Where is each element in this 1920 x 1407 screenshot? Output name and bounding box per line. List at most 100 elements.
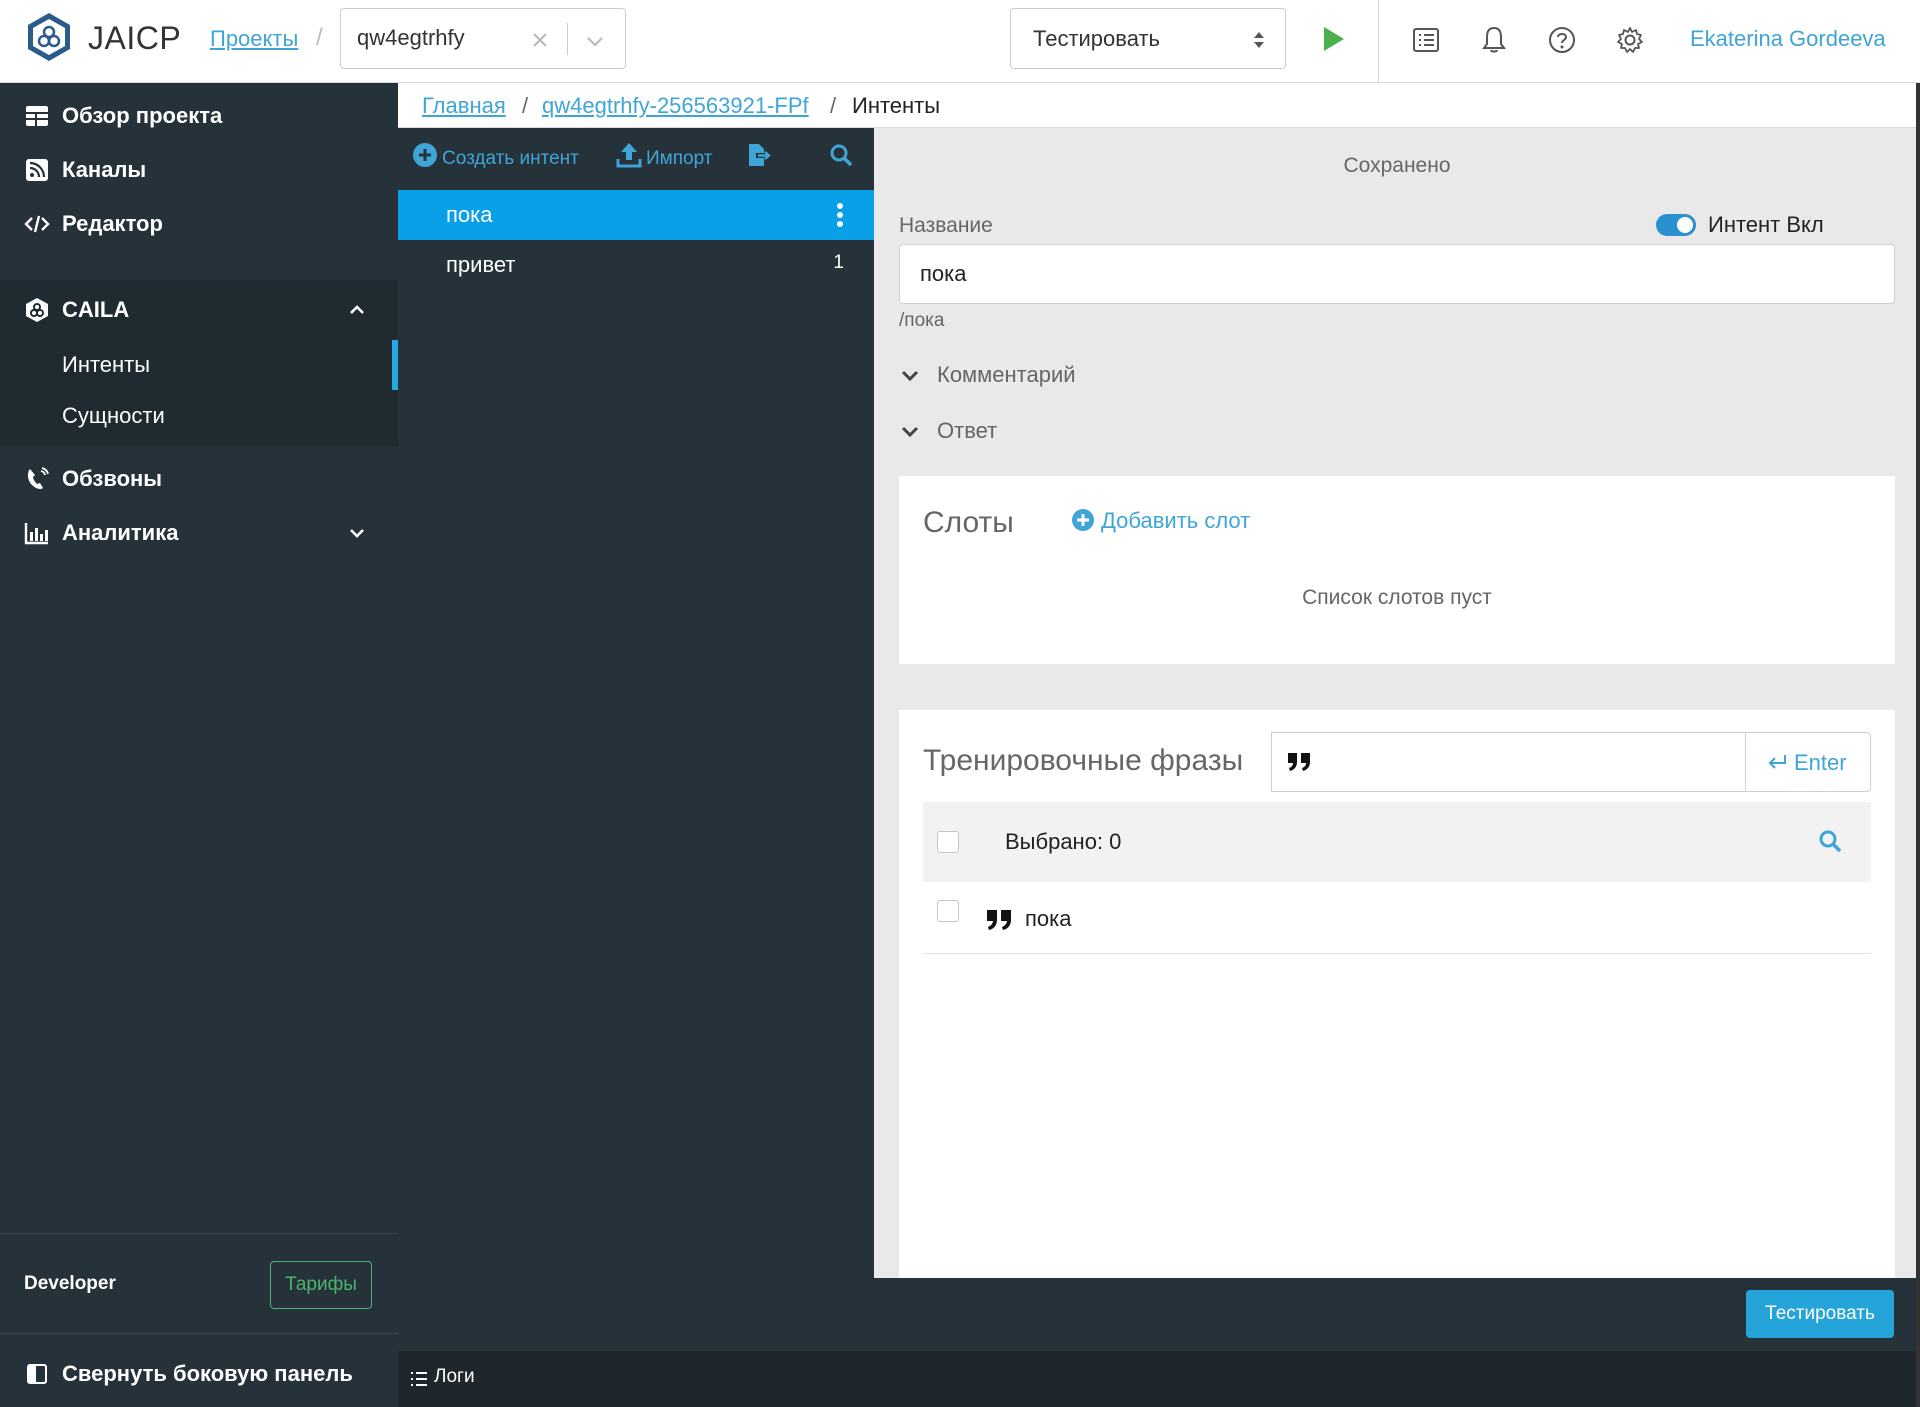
grid-icon <box>24 103 50 129</box>
sidebar-subitem-label: Сущности <box>62 403 165 428</box>
projects-link[interactable]: Проекты <box>210 26 298 52</box>
chevron-down-icon <box>346 522 368 544</box>
sidebar-item-label: Редактор <box>62 211 163 236</box>
slots-title: Слоты <box>923 506 1014 539</box>
breadcrumb-separator: / <box>522 93 529 118</box>
chevron-down-icon[interactable] <box>583 29 607 53</box>
chevron-down-icon <box>899 421 921 443</box>
search-icon[interactable] <box>1817 828 1843 854</box>
enter-button[interactable]: Enter <box>1745 732 1871 792</box>
bell-icon[interactable] <box>1478 24 1510 56</box>
select-divider <box>567 23 568 55</box>
sidebar-item-analytics[interactable]: Аналитика <box>0 500 398 564</box>
sidebar-item-editor[interactable]: Редактор <box>0 191 398 255</box>
caila-section: CAILA Интенты Сущности <box>0 280 398 446</box>
slots-card: Слоты Добавить слот Список слотов пуст <box>899 476 1895 664</box>
sidebar-item-caila[interactable]: CAILA <box>0 277 398 341</box>
collapse-sidebar-button[interactable]: Свернуть боковую панель <box>0 1355 398 1395</box>
top-header: JAICP Проекты / qw4egtrhfy Тестировать E… <box>0 0 1920 83</box>
breadcrumb-current: Интенты <box>852 93 941 118</box>
upload-icon <box>616 142 642 168</box>
phrase-checkbox[interactable] <box>937 900 959 922</box>
intent-path: /пока <box>899 310 945 331</box>
sidebar-divider <box>0 1333 398 1334</box>
rss-icon <box>24 157 50 183</box>
sidebar-item-label: Обзор проекта <box>62 103 223 128</box>
plus-circle-icon <box>1071 508 1095 532</box>
window-edge <box>1916 83 1920 1407</box>
sidebar-collapse-icon <box>26 1363 48 1385</box>
sidebar-subitem-label: Интенты <box>62 352 151 377</box>
save-status: Сохранено <box>1343 154 1451 177</box>
project-select[interactable]: qw4egtrhfy <box>340 8 626 69</box>
test-mode-value: Тестировать <box>1033 26 1161 51</box>
breadcrumb-project[interactable]: qw4egtrhfy-256563921-FPf <box>542 93 809 119</box>
sidebar-item-label: Каналы <box>62 157 147 182</box>
jaicp-logo-icon[interactable] <box>24 11 74 63</box>
answer-label: Ответ <box>937 418 998 443</box>
sidebar-item-entities[interactable]: Сущности <box>0 391 398 441</box>
intent-list-toolbar: Создать интент Импорт <box>398 128 874 190</box>
intent-enabled-label: Интент Вкл <box>1708 212 1824 237</box>
breadcrumb: Главная / qw4egtrhfy-256563921-FPf / Инт… <box>398 83 1920 128</box>
import-button[interactable]: Импорт <box>616 142 720 172</box>
create-intent-button[interactable]: Создать интент <box>412 142 592 172</box>
tariffs-button[interactable]: Тарифы <box>270 1261 372 1309</box>
gear-icon[interactable] <box>1614 24 1646 56</box>
test-mode-select[interactable]: Тестировать <box>1010 8 1286 69</box>
user-name[interactable]: Ekaterina Gordeeva <box>1690 26 1886 52</box>
plan-label: Developer <box>24 1273 116 1294</box>
sort-arrows-icon <box>1251 29 1267 51</box>
logs-bar[interactable]: Логи <box>398 1351 1920 1407</box>
sidebar-item-label: Аналитика <box>62 520 179 545</box>
intent-item-count: 1 <box>833 252 844 273</box>
plus-circle-icon <box>412 142 438 168</box>
header-separator: / <box>316 24 323 51</box>
intent-name-input[interactable] <box>899 244 1895 304</box>
sidebar-divider <box>0 1233 398 1234</box>
test-button[interactable]: Тестировать <box>1746 1290 1894 1338</box>
sidebar-item-intents[interactable]: Интенты <box>0 340 398 390</box>
sidebar: Обзор проекта Каналы Редактор CAILA Инте… <box>0 83 398 1407</box>
help-icon[interactable] <box>1546 24 1578 56</box>
training-phrase-row: пока <box>923 882 1871 954</box>
enter-icon <box>1766 753 1788 773</box>
quote-icon <box>1286 751 1312 773</box>
list-icon[interactable] <box>1410 24 1442 56</box>
intent-list-panel: Создать интент Импорт пока привет 1 <box>398 128 874 1351</box>
more-vertical-icon[interactable] <box>836 202 844 228</box>
phone-icon <box>24 466 50 492</box>
app-title: JAICP <box>88 20 182 56</box>
breadcrumb-home[interactable]: Главная <box>422 93 506 119</box>
intent-item-label: пока <box>446 202 493 227</box>
intent-item-poka[interactable]: пока <box>398 190 874 240</box>
intent-enabled-toggle[interactable] <box>1656 214 1696 236</box>
clear-icon[interactable] <box>527 27 553 53</box>
search-intents-button[interactable] <box>828 142 854 172</box>
chart-icon <box>24 520 50 546</box>
name-label: Название <box>899 214 993 237</box>
select-all-checkbox[interactable] <box>937 831 959 853</box>
collapse-sidebar-label: Свернуть боковую панель <box>62 1361 353 1386</box>
add-slot-label: Добавить слот <box>1101 508 1251 533</box>
training-phrase-input[interactable] <box>1271 732 1745 792</box>
enter-label: Enter <box>1794 750 1847 775</box>
breadcrumb-separator: / <box>830 93 837 118</box>
caila-icon <box>24 297 50 323</box>
code-icon <box>24 211 50 237</box>
sidebar-item-label: Обзвоны <box>62 466 163 491</box>
intent-editor: Сохранено Название Интент Вкл /пока Комм… <box>874 128 1920 1278</box>
intent-item-privet[interactable]: привет 1 <box>398 240 874 290</box>
export-button[interactable] <box>746 142 774 172</box>
training-phrases-card: Тренировочные фразы Enter Выбрано: 0 пок… <box>899 710 1895 1278</box>
training-phrase-text[interactable]: пока <box>1025 906 1072 932</box>
chevron-down-icon <box>899 365 921 387</box>
logs-label: Логи <box>434 1366 475 1387</box>
selected-count: Выбрано: 0 <box>1005 829 1122 854</box>
list-icon <box>410 1371 428 1387</box>
comment-label: Комментарий <box>937 362 1076 387</box>
quote-icon <box>985 908 1013 932</box>
import-label: Импорт <box>646 148 713 169</box>
test-bar: Тестировать <box>874 1278 1920 1351</box>
play-icon[interactable] <box>1318 24 1348 54</box>
